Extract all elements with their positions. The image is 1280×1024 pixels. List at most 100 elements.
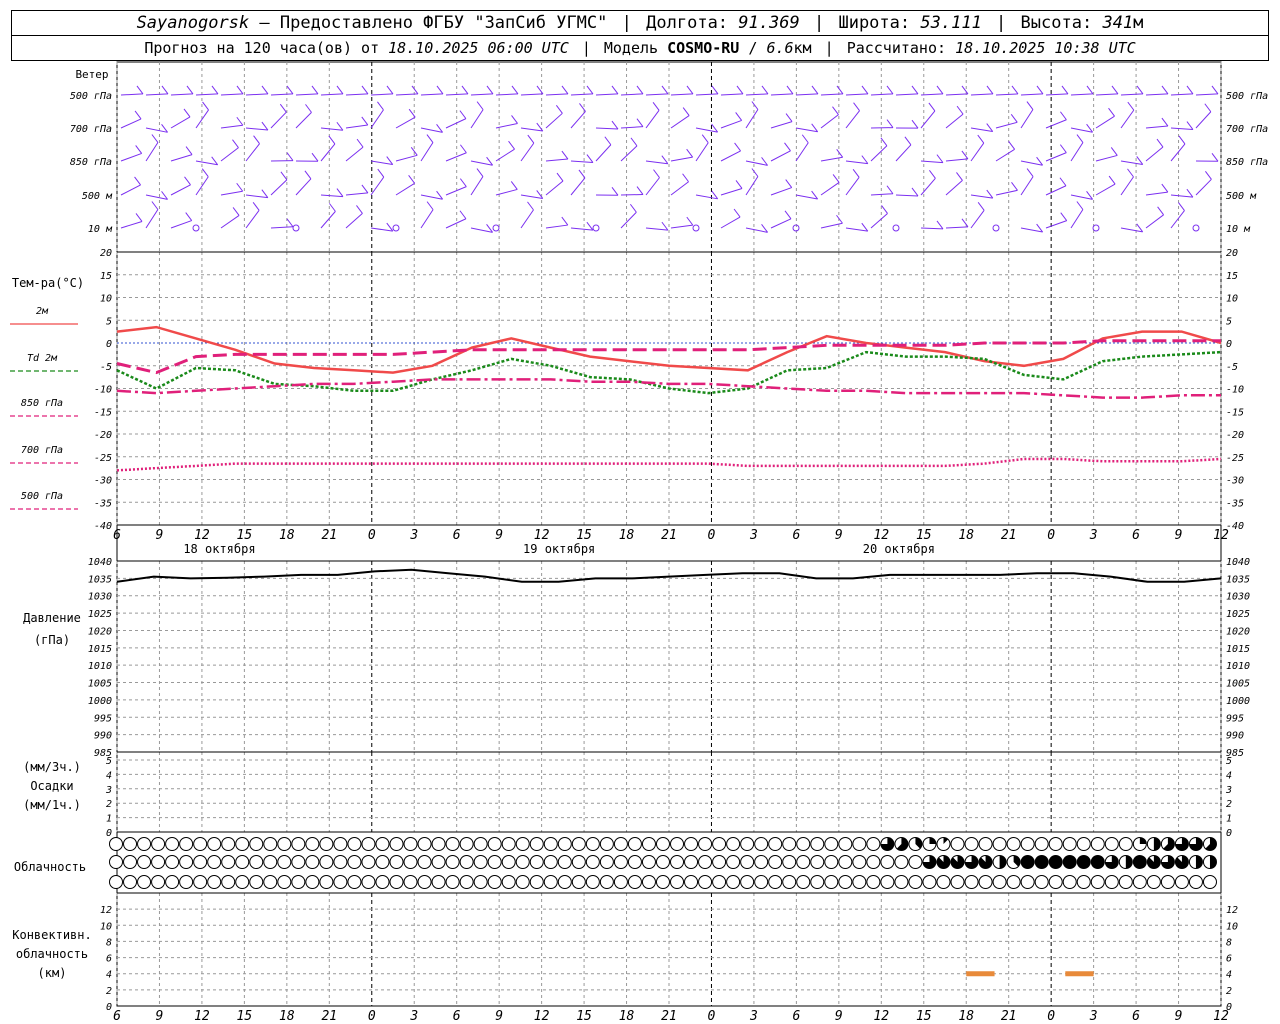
cloud-circle	[221, 875, 236, 889]
cloud-cover-symbol	[571, 875, 586, 889]
wind-barb	[1095, 115, 1115, 129]
cloud-cover-symbol	[221, 855, 236, 869]
wind-barb	[495, 148, 515, 162]
wind-barb-feather	[361, 116, 369, 126]
time-tick-label: 0	[708, 1009, 716, 1024]
cloud-circle	[319, 855, 334, 869]
wind-barb-feather	[1136, 85, 1144, 95]
wind-barb	[995, 121, 1018, 129]
cloud-circle	[726, 875, 741, 889]
conv-y-tick: 4	[106, 970, 112, 981]
wind-barb-feather	[279, 103, 287, 113]
wind-barb-feather	[426, 134, 434, 143]
wind-barb-feather	[1178, 202, 1185, 211]
cloud-circle	[992, 837, 1007, 851]
wind-barb	[195, 176, 209, 196]
cloud-cover-symbol	[810, 875, 825, 889]
cloud-cover-symbol	[585, 837, 600, 851]
wind-barb	[320, 194, 343, 198]
cloud-circle	[1090, 855, 1105, 869]
wind-barb-feather	[311, 152, 319, 162]
cloud-circle	[207, 875, 222, 889]
wind-barb	[345, 93, 368, 96]
wind-barb	[295, 178, 312, 196]
wind-barb-feather	[1111, 85, 1119, 95]
cloud-circle	[445, 855, 460, 869]
cloud-circle	[796, 875, 811, 889]
cloud-circle	[613, 855, 628, 869]
wind-barb	[870, 145, 888, 162]
wind-barb-feather	[661, 155, 669, 165]
precip-y-tick: 1	[106, 814, 112, 825]
meteogram-svg: 6699121215151818212100336699121215151818…	[10, 61, 1268, 1024]
legend-label: 500 гПа	[21, 491, 63, 502]
time-tick-label: 6	[792, 1009, 800, 1024]
cloud-cover-symbol	[964, 875, 979, 889]
wind-barb-feather	[232, 139, 239, 148]
wind-barb	[220, 93, 243, 96]
cloud-circle	[571, 855, 586, 869]
wind-barb-feather	[911, 119, 919, 129]
conv-y-tick: 10	[1226, 921, 1238, 932]
time-tick-label: 12	[873, 1009, 889, 1024]
cloud-cover-symbol	[1020, 855, 1035, 869]
wind-barb	[470, 176, 484, 196]
time-tick-label: 3	[409, 528, 418, 543]
cloud-cover-symbol	[473, 855, 488, 869]
time-tick-label: 3	[409, 1009, 418, 1024]
cloud-cover-symbol	[151, 837, 166, 851]
date-label: 20 октября	[863, 542, 935, 556]
cloud-cover-symbol	[305, 875, 320, 889]
cloud-cover-symbol	[1104, 875, 1119, 889]
wind-barb	[645, 177, 660, 196]
wind-barb-feather	[785, 179, 793, 188]
cloud-cover-symbol	[375, 875, 390, 889]
wind-barb-feather	[956, 105, 964, 115]
wind-barb-feather	[135, 145, 143, 154]
wind-barb	[570, 93, 593, 96]
cloud-circle	[740, 837, 755, 851]
cloud-circle	[1188, 875, 1203, 889]
cloud-circle	[571, 875, 586, 889]
date-label: 19 октября	[523, 542, 595, 556]
wind-barb	[595, 93, 618, 96]
wind-barb	[470, 109, 484, 129]
cloud-circle	[109, 875, 123, 889]
cloud-circle	[824, 875, 839, 889]
wind-barb-feather	[1108, 175, 1116, 185]
time-tick-label: 21	[1001, 1009, 1017, 1024]
cloud-circle	[459, 855, 474, 869]
time-tick-label: 9	[495, 528, 503, 543]
wind-barb-feather	[1186, 85, 1194, 95]
cloud-circle	[123, 837, 138, 851]
wind-barb	[920, 110, 936, 129]
cloud-circle	[179, 855, 194, 869]
cloud-cover-symbol	[501, 855, 516, 869]
cloud-circle	[880, 855, 895, 869]
cloud-cover-symbol	[109, 875, 123, 889]
cloud-cover-symbol	[389, 855, 404, 869]
cloud-circle	[768, 875, 783, 889]
wind-barb	[245, 93, 268, 96]
cloud-cover-symbol	[137, 855, 152, 869]
cloud-circle	[179, 837, 194, 851]
cloud-circle	[641, 855, 656, 869]
wind-barb	[320, 143, 336, 162]
wind-barb-feather	[134, 110, 142, 120]
cloud-cover-symbol	[1188, 855, 1203, 869]
temp-y-tick: -25	[1226, 453, 1244, 464]
wind-barb	[670, 224, 693, 229]
wind-barb	[245, 210, 260, 229]
pressure-y-tick: 1010	[1226, 661, 1250, 672]
cloud-circle	[712, 875, 727, 889]
wind-barb	[945, 226, 968, 229]
cloud-cover-symbol	[165, 855, 180, 869]
wind-barb-feather	[461, 85, 469, 95]
wind-barb-feather	[1211, 85, 1219, 95]
cloud-circle	[936, 875, 951, 889]
cloud-circle	[459, 875, 474, 889]
cloud-cover-symbol	[123, 855, 138, 869]
temp-y-tick: -15	[94, 407, 112, 418]
temp-y-tick: 0	[106, 339, 112, 350]
conv-y-tick: 6	[106, 954, 112, 965]
